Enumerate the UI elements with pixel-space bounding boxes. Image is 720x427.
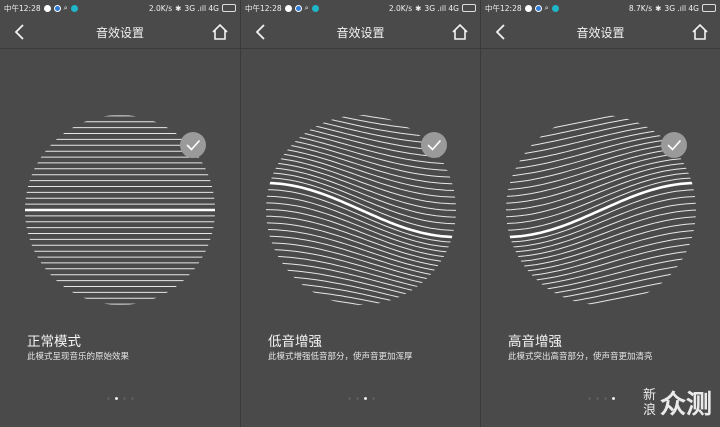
- bluetooth-icon: ✱: [175, 3, 182, 13]
- nav-bar: 音效设置: [481, 16, 720, 49]
- home-icon[interactable]: [450, 22, 470, 42]
- watermark-text: 众测: [659, 390, 712, 420]
- selected-check-icon[interactable]: [180, 132, 206, 158]
- page-dot: [114, 397, 118, 400]
- battery-icon: [462, 4, 476, 12]
- eq-line: [506, 115, 696, 130]
- home-icon[interactable]: [690, 22, 710, 42]
- panel-normal-mode: 中午12:28 ⌕ 2.0K/s ✱ 3G .ıll 4G 音效设置 正常模式 …: [0, 0, 240, 427]
- watermark-logo: 新 浪 众测: [643, 384, 712, 421]
- page-dot: [130, 397, 134, 400]
- bluetooth-icon: ✱: [655, 3, 662, 13]
- eq-line: [506, 222, 696, 268]
- battery-icon: [222, 4, 236, 12]
- app-icon: [551, 4, 559, 12]
- qq-icon: [524, 4, 532, 12]
- mode-title: 正常模式: [27, 334, 81, 350]
- nav-bar: 音效设置: [0, 16, 240, 49]
- eq-line: [266, 115, 456, 125]
- app-icon: [311, 4, 319, 12]
- chat-icon: [534, 4, 542, 12]
- app-icon: [70, 4, 78, 12]
- watermark-char-2: 浪: [642, 402, 656, 418]
- page-indicator: [0, 397, 240, 400]
- eq-line: [506, 276, 696, 305]
- eq-line: [266, 288, 456, 305]
- search-icon: ⌕: [63, 3, 68, 12]
- chat-icon: [294, 4, 302, 12]
- page-dot: [603, 397, 607, 400]
- status-bar: 中午12:28 ⌕ 2.0K/s ✱ 3G .ıll 4G: [0, 0, 240, 16]
- eq-line: [506, 296, 696, 305]
- eq-line: [506, 256, 696, 293]
- eq-line: [266, 151, 456, 198]
- page-dot: [347, 397, 351, 400]
- page-dot: [595, 397, 599, 400]
- nav-bar: 音效设置: [241, 16, 480, 49]
- eq-line: [266, 282, 456, 305]
- page-dot: [611, 397, 615, 400]
- mode-description: 此模式增强低音部分，使声音更加浑厚: [268, 352, 413, 362]
- eq-line: [506, 229, 696, 273]
- eq-line: [266, 222, 456, 269]
- page-dot: [122, 397, 126, 400]
- qq-icon: [43, 4, 51, 12]
- chat-icon: [53, 4, 61, 12]
- eq-main-curve: [266, 181, 456, 239]
- home-icon[interactable]: [210, 22, 230, 42]
- mode-title: 低音增强: [268, 334, 322, 350]
- battery-icon: [702, 4, 716, 12]
- eq-line: [506, 115, 696, 124]
- qq-icon: [284, 4, 292, 12]
- page-indicator: [241, 397, 480, 400]
- screenshot-collage: 中午12:28 ⌕ 2.0K/s ✱ 3G .ıll 4G 音效设置 正常模式 …: [0, 0, 720, 427]
- status-time: 中午12:28: [245, 3, 282, 13]
- panel-treble-boost: 中午12:28 ⌕ 8.7K/s ✱ 3G .ıll 4G 音效设置 高音增强 …: [480, 0, 720, 427]
- eq-line: [506, 290, 696, 305]
- page-dot: [371, 397, 375, 400]
- page-title: 音效设置: [95, 26, 144, 40]
- status-bar: 中午12:28 ⌕ 8.7K/s ✱ 3G .ıll 4G: [481, 0, 720, 16]
- bluetooth-icon: ✱: [415, 3, 422, 13]
- signal-icon: 3G .ıll 4G: [184, 3, 219, 13]
- status-time: 中午12:28: [4, 3, 41, 13]
- eq-line: [506, 152, 696, 198]
- signal-icon: 3G .ıll 4G: [424, 3, 459, 13]
- eq-line: [266, 295, 456, 305]
- status-time: 中午12:28: [485, 3, 522, 13]
- page-dot: [106, 397, 110, 400]
- eq-line: [506, 283, 696, 305]
- status-speed: 2.0K/s: [148, 3, 173, 13]
- page-dot: [587, 397, 591, 400]
- status-bar: 中午12:28 ⌕ 2.0K/s ✱ 3G .ıll 4G: [241, 0, 480, 16]
- selected-check-icon[interactable]: [661, 132, 687, 158]
- selected-check-icon[interactable]: [421, 132, 447, 158]
- mode-title: 高音增强: [508, 334, 562, 350]
- page-dot: [355, 397, 359, 400]
- signal-icon: 3G .ıll 4G: [664, 3, 699, 13]
- search-icon: ⌕: [304, 3, 309, 12]
- eq-line: [506, 263, 696, 298]
- page-title: 音效设置: [336, 26, 385, 40]
- status-speed: 2.0K/s: [388, 3, 413, 13]
- mode-description: 此模式呈现音乐的原始效果: [27, 352, 130, 362]
- mode-description: 此模式突出高音部分，使声音更加清亮: [508, 352, 653, 362]
- watermark-char-1: 新: [642, 387, 656, 403]
- panel-bass-boost: 中午12:28 ⌕ 2.0K/s ✱ 3G .ıll 4G 音效设置 低音增强 …: [240, 0, 480, 427]
- page-title: 音效设置: [576, 26, 625, 40]
- page-dot: [363, 397, 367, 400]
- status-speed: 8.7K/s: [628, 3, 653, 13]
- eq-line: [266, 275, 456, 305]
- search-icon: ⌕: [544, 3, 549, 12]
- eq-line: [266, 115, 456, 132]
